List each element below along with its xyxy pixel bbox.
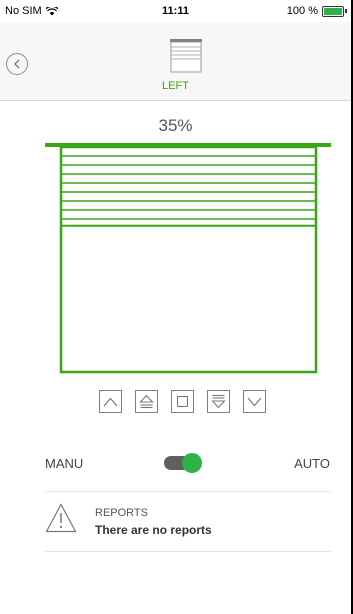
chevron-down-icon — [247, 397, 262, 406]
battery-icon — [322, 5, 344, 17]
step-down-icon — [211, 394, 226, 409]
stop-icon — [177, 396, 188, 407]
step-up-button[interactable] — [135, 390, 158, 413]
shutter-visual[interactable] — [45, 143, 331, 375]
battery-info: 100 % — [287, 5, 347, 17]
battery-percent: 100 % — [286, 5, 318, 17]
open-button[interactable] — [99, 390, 122, 413]
back-button[interactable] — [6, 53, 28, 75]
close-button[interactable] — [243, 390, 266, 413]
mode-toggle[interactable] — [164, 453, 202, 473]
shutter-position-text: 35% — [158, 116, 193, 135]
warning-icon — [45, 503, 77, 533]
toggle-knob — [182, 453, 202, 473]
step-up-icon — [139, 394, 154, 409]
reports-section: REPORTS There are no reports — [45, 500, 331, 545]
shutter-controls — [99, 390, 266, 413]
mode-manual-label: MANU — [45, 456, 84, 471]
divider — [45, 551, 331, 552]
shutter-device-icon — [170, 39, 202, 73]
chevron-left-icon — [14, 59, 20, 69]
divider — [45, 491, 331, 492]
mode-auto-label: AUTO — [294, 456, 330, 471]
window-frame — [59, 145, 318, 374]
step-down-button[interactable] — [207, 390, 230, 413]
stop-button[interactable] — [171, 390, 194, 413]
reports-title: REPORTS — [95, 507, 148, 519]
chevron-up-icon — [103, 397, 118, 406]
battery-tip — [345, 9, 347, 13]
reports-message: There are no reports — [95, 523, 212, 537]
mode-row: MANU AUTO — [0, 448, 351, 478]
app-screen: No SIM 11:11 100 % LEFT 35% MANU AUTO RE… — [0, 0, 351, 614]
nav-header: LEFT — [0, 22, 351, 101]
device-label: LEFT — [162, 80, 189, 92]
status-bar: No SIM 11:11 100 % — [0, 0, 351, 22]
